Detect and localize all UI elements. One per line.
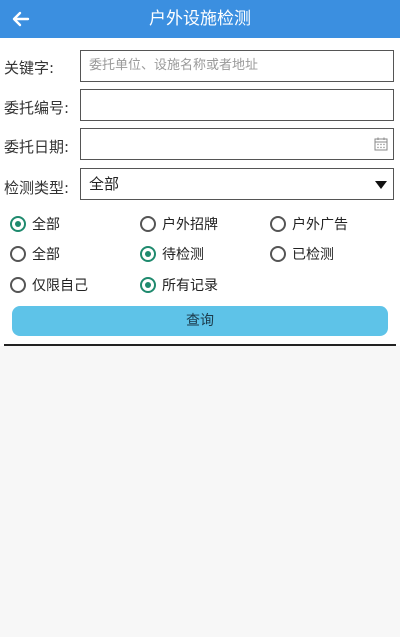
radio-label: 全部 [32, 217, 60, 233]
radio-tested[interactable]: 已检测 [270, 244, 334, 264]
radio-all-records[interactable]: 所有记录 [140, 275, 218, 295]
top-bar: 户外设施检测 [0, 0, 400, 38]
number-label: 委托编号: [4, 99, 70, 117]
app-screen: 户外设施检测 关键字: 委托单位、设施名称或者地址 委托编号: 委托日期: 检测… [0, 0, 400, 637]
radio-checked-icon [140, 246, 156, 262]
radio-unchecked-icon [270, 246, 286, 262]
query-button[interactable]: 查询 [12, 306, 388, 336]
radio-scope-all[interactable]: 全部 [10, 214, 60, 234]
radio-pending[interactable]: 待检测 [140, 244, 204, 264]
page-title: 户外设施检测 [149, 9, 251, 29]
keyword-label: 关键字: [4, 59, 55, 77]
radio-unchecked-icon [270, 216, 286, 232]
keyword-placeholder: 委托单位、设施名称或者地址 [89, 58, 259, 73]
radio-label: 户外广告 [292, 217, 348, 233]
number-input[interactable] [80, 89, 394, 121]
dropdown-caret-icon [375, 181, 387, 189]
radio-label: 仅限自己 [32, 278, 88, 294]
type-label: 检测类型: [4, 179, 70, 197]
radio-label: 已检测 [292, 247, 334, 263]
divider [4, 344, 396, 346]
radio-checked-icon [10, 216, 26, 232]
type-select-value: 全部 [89, 175, 120, 193]
radio-outdoor-ad[interactable]: 户外广告 [270, 214, 348, 234]
radio-label: 全部 [32, 247, 60, 263]
radio-checked-icon [140, 277, 156, 293]
radio-unchecked-icon [10, 246, 26, 262]
date-label: 委托日期: [4, 138, 70, 156]
date-input[interactable] [80, 128, 394, 160]
calendar-icon[interactable] [374, 137, 388, 151]
radio-outdoor-sign[interactable]: 户外招牌 [140, 214, 218, 234]
radio-label: 待检测 [162, 247, 204, 263]
radio-unchecked-icon [140, 216, 156, 232]
keyword-input[interactable]: 委托单位、设施名称或者地址 [80, 50, 394, 82]
radio-unchecked-icon [10, 277, 26, 293]
radio-label: 户外招牌 [162, 217, 218, 233]
radio-status-all[interactable]: 全部 [10, 244, 60, 264]
search-form: 关键字: 委托单位、设施名称或者地址 委托编号: 委托日期: 检测类型: 全部 [0, 38, 400, 346]
type-select[interactable]: 全部 [80, 168, 394, 200]
radio-label: 所有记录 [162, 278, 218, 294]
radio-only-self[interactable]: 仅限自己 [10, 275, 88, 295]
